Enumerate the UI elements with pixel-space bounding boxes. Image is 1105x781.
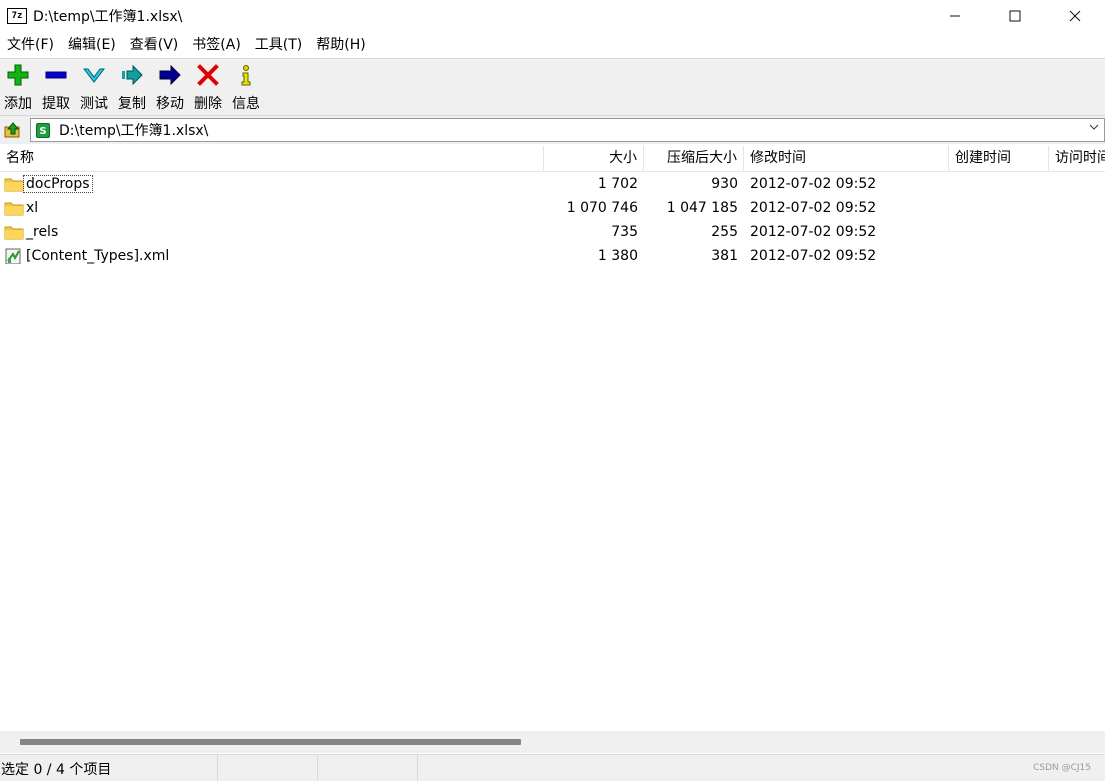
item-name: xl <box>26 200 39 216</box>
item-size: 735 <box>611 224 638 240</box>
app-window: 7z D:\temp\工作簿1.xlsx\ 文件(F) 编辑(E) 查看(V) … <box>0 0 1105 781</box>
list-header: 名称 大小 压缩后大小 修改时间 创建时间 访问时间 <box>0 146 1105 172</box>
status-selection: 选定 0 / 4 个项目 <box>0 755 218 781</box>
chevron-down-icon[interactable] <box>1088 121 1100 136</box>
title-bar: 7z D:\temp\工作簿1.xlsx\ <box>0 0 1105 32</box>
test-label: 测试 <box>80 96 108 112</box>
up-folder-button[interactable] <box>2 119 24 141</box>
item-modified: 2012-07-02 09:52 <box>750 248 877 264</box>
address-path: D:\temp\工作簿1.xlsx\ <box>59 123 209 139</box>
folder-icon <box>4 178 24 192</box>
xlsx-file-icon: S <box>36 122 50 138</box>
item-name: [Content_Types].xml <box>26 248 170 264</box>
delete-label: 删除 <box>194 96 222 112</box>
item-name: docProps <box>23 175 93 193</box>
menu-bookmarks[interactable]: 书签(A) <box>185 33 248 57</box>
close-button[interactable] <box>1045 0 1105 32</box>
extract-icon <box>44 63 68 87</box>
minimize-icon <box>950 15 960 17</box>
item-modified: 2012-07-02 09:52 <box>750 200 877 216</box>
delete-button[interactable]: 删除 <box>190 59 226 115</box>
address-bar: S D:\temp\工作簿1.xlsx\ <box>0 116 1105 144</box>
move-icon <box>158 63 182 87</box>
list-item[interactable]: [Content_Types].xml 1 380 381 2012-07-02… <box>0 244 1105 268</box>
status-segment-2 <box>218 755 318 781</box>
copy-button[interactable]: 复制 <box>114 59 150 115</box>
window-title: D:\temp\工作簿1.xlsx\ <box>33 9 183 25</box>
status-bar: 选定 0 / 4 个项目 CSDN @CJ15 <box>0 754 1105 781</box>
extract-label: 提取 <box>42 96 70 112</box>
menu-help[interactable]: 帮助(H) <box>309 33 372 57</box>
item-size: 1 380 <box>597 248 638 264</box>
file-list: docProps 1 702 930 2012-07-02 09:52 xl 1… <box>0 172 1105 730</box>
maximize-icon <box>1009 10 1021 22</box>
status-segment-3 <box>318 755 418 781</box>
item-modified: 2012-07-02 09:52 <box>750 176 877 192</box>
item-packed-size: 1 047 185 <box>666 200 738 216</box>
item-size: 1 702 <box>597 176 638 192</box>
close-icon <box>1069 10 1081 22</box>
info-icon <box>234 63 258 87</box>
add-icon <box>6 63 30 87</box>
move-button[interactable]: 移动 <box>152 59 188 115</box>
toolbar: 添加 提取 测试 复制 移动 删除 信息 <box>0 58 1105 116</box>
delete-icon <box>196 63 220 87</box>
menu-bar: 文件(F) 编辑(E) 查看(V) 书签(A) 工具(T) 帮助(H) <box>0 33 1105 57</box>
list-item[interactable]: docProps 1 702 930 2012-07-02 09:52 <box>0 172 1105 196</box>
watermark: CSDN @CJ15 <box>1033 763 1091 773</box>
list-item[interactable]: _rels 735 255 2012-07-02 09:52 <box>0 220 1105 244</box>
info-button[interactable]: 信息 <box>228 59 264 115</box>
7zip-app-icon: 7z <box>7 8 27 24</box>
info-label: 信息 <box>232 96 260 112</box>
column-created[interactable]: 创建时间 <box>949 146 1049 171</box>
xml-file-icon <box>5 248 21 264</box>
maximize-button[interactable] <box>985 0 1045 32</box>
item-packed-size: 381 <box>711 248 738 264</box>
move-label: 移动 <box>156 96 184 112</box>
item-modified: 2012-07-02 09:52 <box>750 224 877 240</box>
column-size[interactable]: 大小 <box>544 146 644 171</box>
up-folder-icon <box>4 122 20 138</box>
item-name: _rels <box>26 224 59 240</box>
copy-icon <box>120 63 144 87</box>
folder-icon <box>4 202 24 216</box>
horizontal-scrollbar[interactable] <box>0 731 1105 753</box>
test-icon <box>82 63 106 87</box>
column-accessed[interactable]: 访问时间 <box>1049 146 1105 171</box>
menu-tools[interactable]: 工具(T) <box>248 33 309 57</box>
item-size: 1 070 746 <box>566 200 638 216</box>
column-modified[interactable]: 修改时间 <box>744 146 949 171</box>
add-label: 添加 <box>4 96 32 112</box>
test-button[interactable]: 测试 <box>76 59 112 115</box>
window-controls <box>925 0 1105 32</box>
minimize-button[interactable] <box>925 0 985 32</box>
folder-icon <box>4 226 24 240</box>
column-name[interactable]: 名称 <box>0 146 544 171</box>
address-field[interactable]: S D:\temp\工作簿1.xlsx\ <box>30 118 1105 142</box>
list-item[interactable]: xl 1 070 746 1 047 185 2012-07-02 09:52 <box>0 196 1105 220</box>
copy-label: 复制 <box>118 96 146 112</box>
extract-button[interactable]: 提取 <box>38 59 74 115</box>
item-packed-size: 255 <box>711 224 738 240</box>
menu-file[interactable]: 文件(F) <box>0 33 61 57</box>
column-packed-size[interactable]: 压缩后大小 <box>644 146 744 171</box>
item-packed-size: 930 <box>711 176 738 192</box>
menu-edit[interactable]: 编辑(E) <box>61 33 123 57</box>
menu-view[interactable]: 查看(V) <box>123 33 186 57</box>
add-button[interactable]: 添加 <box>0 59 36 115</box>
scrollbar-thumb[interactable] <box>20 739 521 745</box>
